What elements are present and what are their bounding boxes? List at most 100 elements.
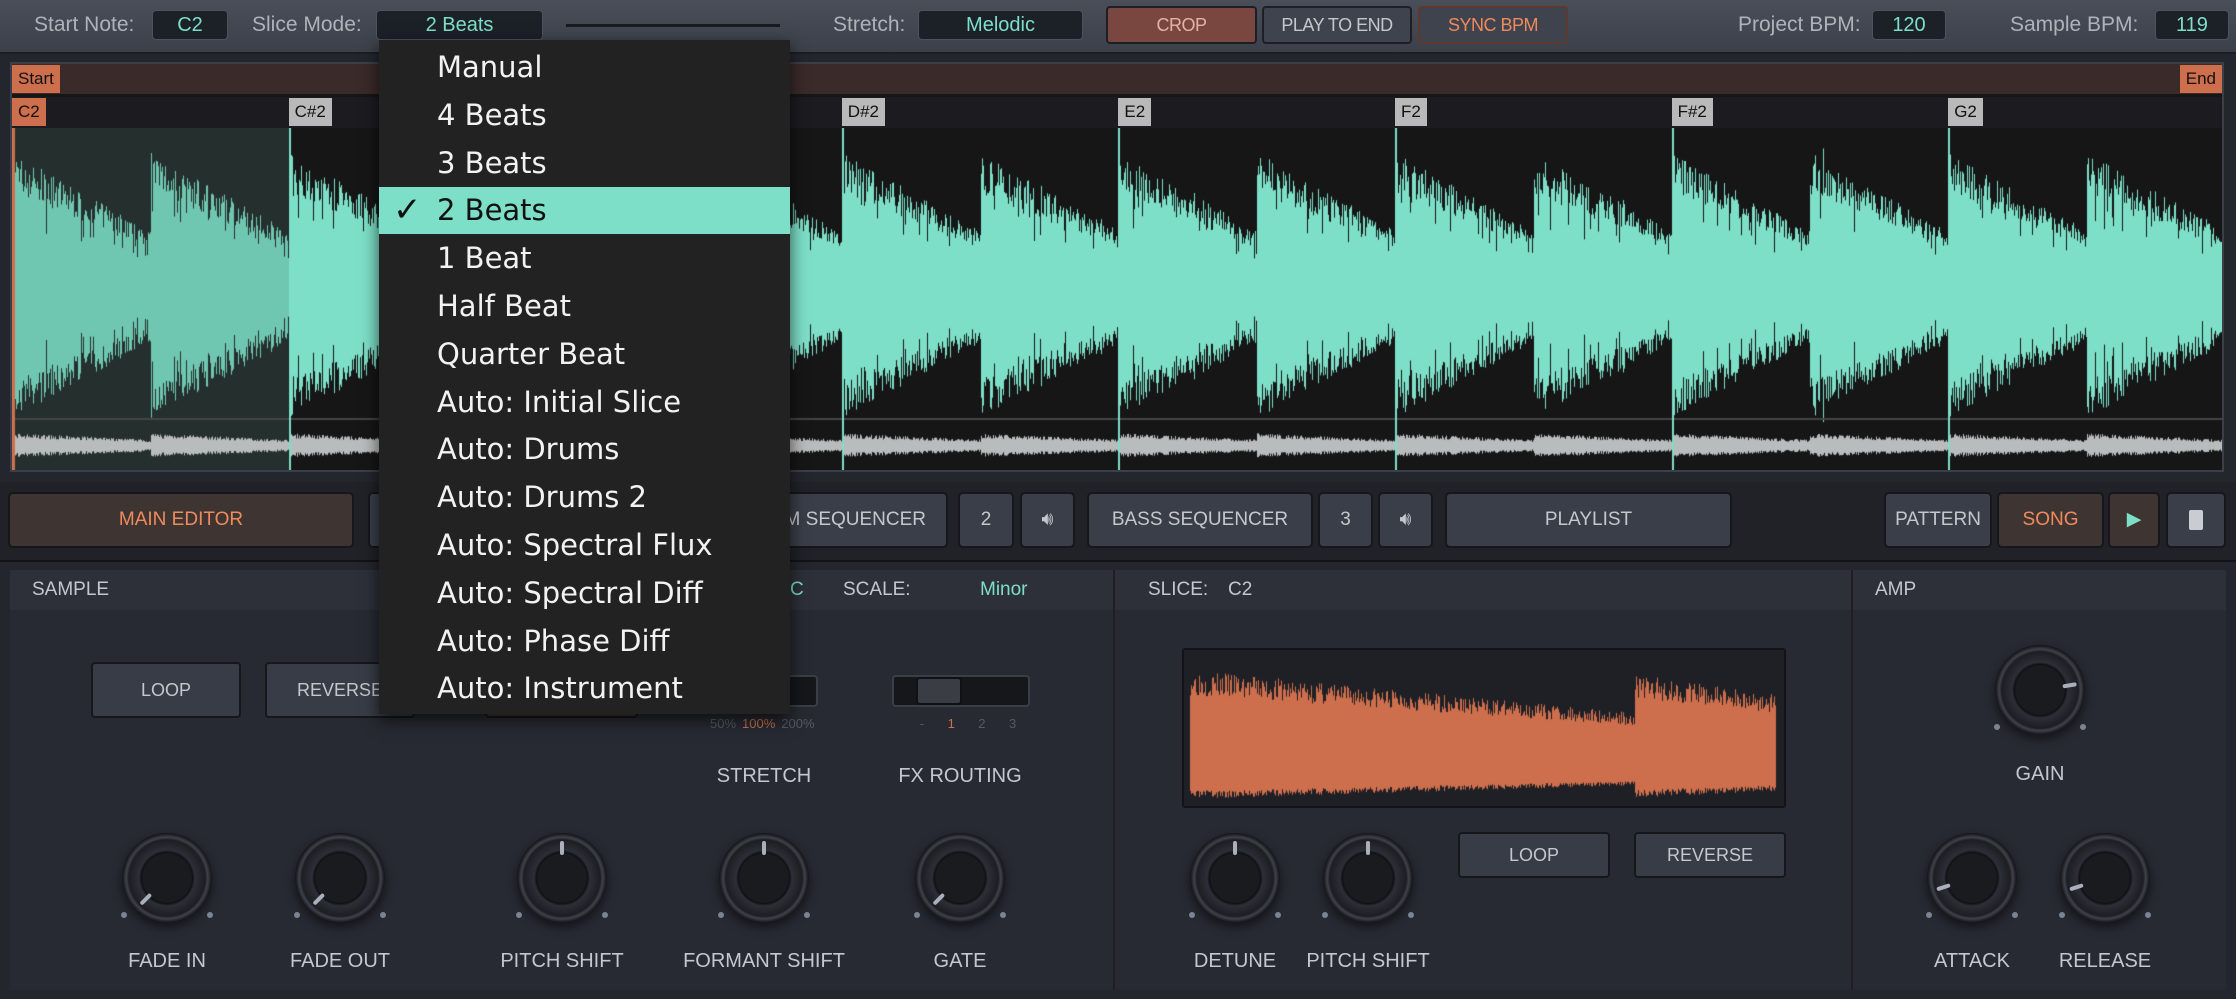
knob-indicator [1936, 883, 1951, 892]
menu-item[interactable]: Auto: Drums 2 [379, 474, 790, 521]
nav-bar: MAIN EDITOR UM SEQUENCER 2 🔊︎ BASS SEQUE… [0, 482, 2236, 562]
slice-mode-menu: Manual 4 Beats 3 Beats ✓ 2 Beats 1 Beat Half B… [379, 40, 790, 714]
slice-reverse-button[interactable]: REVERSE [1634, 832, 1786, 878]
menu-item-label: Auto: Drums [437, 432, 620, 467]
end-marker[interactable]: End [2179, 65, 2222, 93]
menu-item[interactable]: ✓ 2 Beats [379, 187, 790, 235]
sync-bpm-button[interactable]: SYNC BPM [1418, 6, 1568, 44]
menu-item[interactable]: Auto: Initial Slice [379, 379, 790, 426]
slice-marker[interactable]: E2 [1118, 98, 1152, 126]
menu-item[interactable]: 3 Beats [379, 140, 790, 187]
drum-channel-number[interactable]: 2 [958, 492, 1014, 548]
detune-knob[interactable] [1190, 833, 1280, 923]
knob-max-dot [1000, 912, 1006, 918]
menu-item[interactable]: Auto: Phase Diff [379, 618, 790, 665]
knob-min-dot [2059, 912, 2065, 918]
scale-value[interactable]: Minor [980, 570, 1028, 610]
knob-indicator [312, 892, 326, 906]
pitch-shift-knob[interactable] [517, 833, 607, 923]
knob-max-dot [1275, 912, 1281, 918]
play-icon[interactable]: ▶ [2108, 492, 2160, 548]
slice-mode-dropdown[interactable]: 2 Beats [376, 10, 543, 40]
start-note-field[interactable]: C2 [152, 10, 228, 40]
menu-item[interactable]: Auto: Spectral Flux [379, 522, 790, 569]
bass-sequencer-tab[interactable]: BASS SEQUENCER [1087, 492, 1313, 548]
tick-label: 200% [781, 716, 815, 731]
slice-note: C2 [1228, 579, 1253, 600]
menu-item[interactable]: Auto: Spectral Diff [379, 570, 790, 617]
fade-out-knob[interactable] [295, 833, 385, 923]
crop-button[interactable]: CROP [1106, 6, 1257, 44]
pitch-shift-knob[interactable] [1323, 833, 1413, 923]
waveform-editor[interactable]: Start End C2 C#2 D#2 E2 F2 F#2 G2 [10, 62, 2224, 472]
play-to-end-button[interactable]: PLAY TO END [1262, 6, 1412, 44]
bass-channel-number[interactable]: 3 [1318, 492, 1373, 548]
knob-max-dot [207, 912, 213, 918]
slider-thumb[interactable] [916, 677, 962, 705]
sample-loop-button[interactable]: LOOP [91, 662, 241, 718]
slice-header: SLICE: C2 [1115, 570, 1851, 610]
stretch-label: Stretch: [833, 13, 906, 36]
attack-knob[interactable] [1927, 833, 2017, 923]
project-bpm-label: Project BPM: [1738, 13, 1861, 36]
slice-loop-button[interactable]: LOOP [1458, 832, 1610, 878]
waveform-canvas[interactable] [12, 128, 2222, 470]
slice-marker[interactable]: F2 [1395, 98, 1427, 126]
slice-marker[interactable]: F#2 [1671, 98, 1713, 126]
main-editor-tab[interactable]: MAIN EDITOR [8, 492, 354, 548]
playlist-tab[interactable]: PLAYLIST [1445, 492, 1732, 548]
knob-label: FADE OUT [289, 950, 390, 972]
sample-bpm-field[interactable]: 119 [2155, 10, 2229, 40]
knob-indicator [139, 892, 153, 906]
formant-shift-knob[interactable] [719, 833, 809, 923]
knob-max-dot [804, 912, 810, 918]
menu-item[interactable]: Auto: Instrument [379, 665, 790, 712]
gate-knob[interactable] [915, 833, 1005, 923]
stretch-ticks: 50% 100% 200% [710, 716, 830, 731]
bass-speaker-icon[interactable]: 🔊︎ [1378, 492, 1433, 548]
knob-min-dot [1322, 912, 1328, 918]
project-bpm-field[interactable]: 120 [1872, 10, 1946, 40]
slice-marker[interactable]: G2 [1948, 98, 1983, 126]
menu-item-label: Auto: Phase Diff [437, 623, 670, 658]
menu-item[interactable]: Quarter Beat [379, 331, 790, 378]
menu-item[interactable]: Half Beat [379, 283, 790, 330]
knob-max-dot [1408, 912, 1414, 918]
song-button[interactable]: SONG [1997, 492, 2104, 548]
menu-item[interactable]: Auto: Drums [379, 426, 790, 473]
key-value[interactable]: C [790, 570, 804, 610]
knob-label: FORMANT SHIFT [683, 950, 845, 972]
menu-item[interactable]: 4 Beats [379, 92, 790, 139]
slice-waveform [1182, 648, 1786, 808]
knob-min-dot [516, 912, 522, 918]
slice-marker[interactable]: C2 [12, 98, 46, 126]
fade-in-knob[interactable] [122, 833, 212, 923]
stretch-mode-dropdown[interactable]: Melodic [918, 10, 1083, 40]
gain-knob[interactable] [1995, 645, 2085, 735]
knob-min-dot [1994, 724, 2000, 730]
menu-item-label: 1 Beat [437, 241, 532, 276]
menu-item[interactable]: Manual [379, 44, 790, 91]
release-knob[interactable] [2060, 833, 2150, 923]
knob-min-dot [294, 912, 300, 918]
menu-item-label: Auto: Instrument [437, 671, 683, 706]
knob-indicator [2062, 682, 2077, 689]
start-marker[interactable]: Start [12, 65, 60, 93]
stretch-label: STRETCH [716, 765, 812, 787]
knob-indicator [1233, 841, 1237, 855]
knob-indicator [1366, 841, 1370, 855]
knob-label: RELEASE [2058, 950, 2152, 972]
tick-label: - [919, 716, 925, 731]
scale-label: SCALE: [843, 579, 911, 600]
slice-label-row: C2 C#2 D#2 E2 F2 F#2 G2 [12, 97, 2222, 128]
menu-item[interactable]: 1 Beat [379, 235, 790, 282]
tick-label: 50% [710, 716, 737, 731]
tick-label: 100% [742, 716, 776, 731]
slice-marker[interactable]: D#2 [841, 98, 885, 126]
divider [1113, 570, 1115, 990]
pattern-button[interactable]: PATTERN [1884, 492, 1992, 548]
stop-icon[interactable] [2166, 492, 2226, 548]
slice-marker[interactable]: C#2 [288, 98, 332, 126]
fx-routing-slider[interactable] [892, 675, 1030, 707]
drum-speaker-icon[interactable]: 🔊︎ [1020, 492, 1075, 548]
